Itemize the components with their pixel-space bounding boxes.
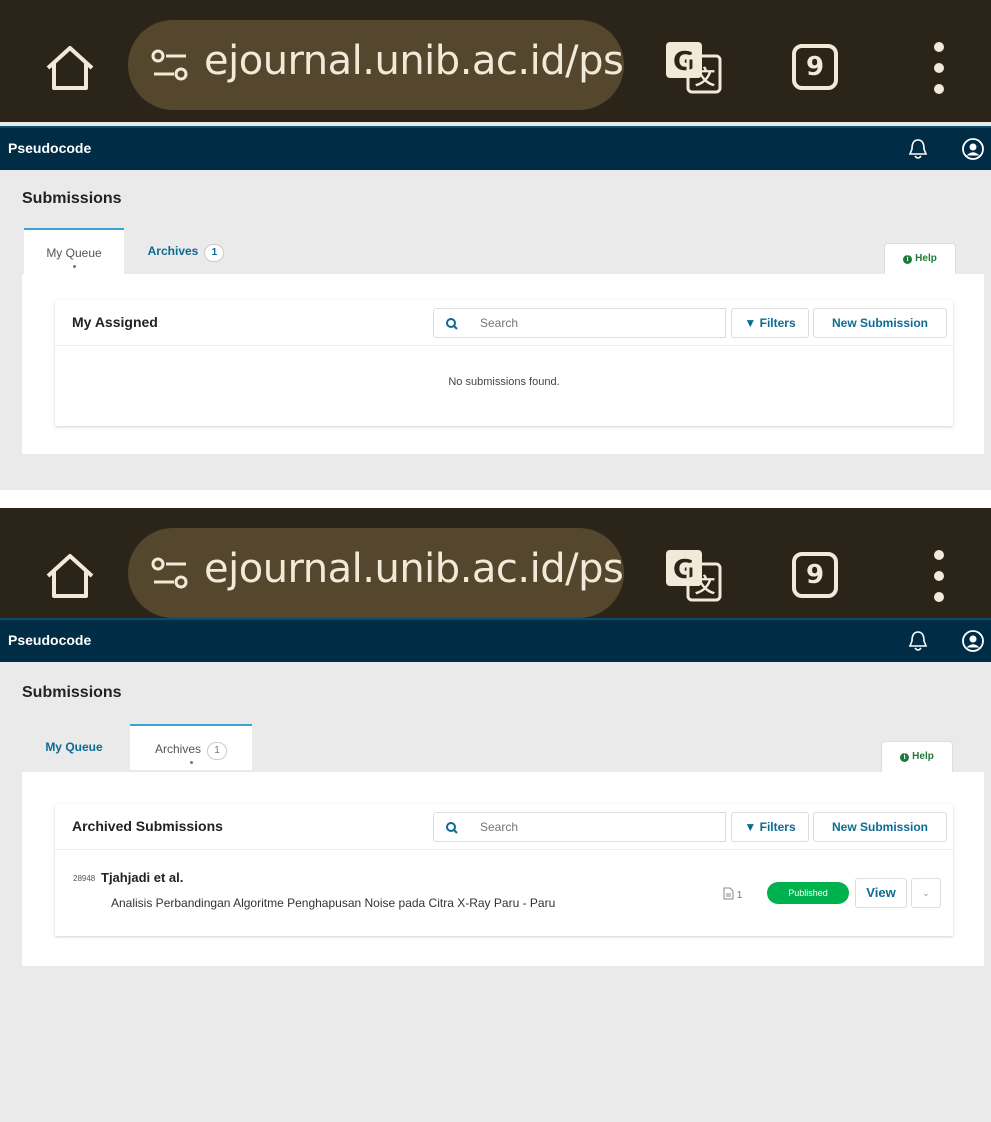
journal-name[interactable]: Pseudocode [8, 140, 91, 156]
list-title: Archived Submissions [72, 818, 223, 834]
list-header: Archived Submissions ▼ Filters New Submi… [55, 804, 953, 850]
user-icon[interactable] [962, 630, 984, 652]
svg-text:G: G [673, 47, 694, 77]
submission-title[interactable]: Analisis Perbandingan Algoritme Penghapu… [111, 896, 555, 910]
translate-icon[interactable]: G 文 [664, 548, 724, 604]
svg-text:G: G [673, 555, 694, 585]
filter-icon: ▼ [744, 316, 757, 330]
submissions-list-panel: Archived Submissions ▼ Filters New Submi… [55, 804, 953, 936]
search-input[interactable] [468, 308, 726, 338]
help-icon: i [903, 255, 913, 264]
screenshot-my-queue: ejournal.unib.ac.id/psı G 文 9 Pseudocode… [0, 0, 991, 490]
expand-button[interactable]: ⌄ [911, 878, 941, 908]
browser-toolbar: ejournal.unib.ac.id/psı G 文 9 [0, 0, 991, 122]
user-icon[interactable] [962, 138, 984, 160]
address-bar[interactable]: ejournal.unib.ac.id/psı [128, 20, 624, 110]
search-button[interactable] [433, 812, 469, 842]
tab-switcher-button[interactable]: 9 [792, 44, 838, 90]
new-submission-button[interactable]: New Submission [813, 812, 947, 842]
list-title: My Assigned [72, 314, 158, 330]
page-title: Submissions [22, 190, 122, 207]
app-header: Pseudocode [0, 618, 991, 662]
screenshot-archives: ejournal.unib.ac.id/psı G 文 9 Pseudocode… [0, 508, 991, 1122]
submission-authors[interactable]: Tjahjadi et al. [101, 870, 183, 885]
menu-icon[interactable] [924, 40, 954, 96]
archives-count-badge: 1 [207, 742, 227, 760]
menu-icon[interactable] [924, 548, 954, 604]
tab-my-queue[interactable]: My Queue [24, 724, 124, 770]
empty-state-message: No submissions found. [448, 376, 560, 388]
chevron-down-icon: ⌄ [922, 888, 930, 898]
address-bar[interactable]: ejournal.unib.ac.id/psı [128, 528, 624, 618]
list-header: My Assigned ▼ Filters New Submission [55, 300, 953, 346]
submission-id: 28948 [73, 874, 96, 883]
app-header: Pseudocode [0, 126, 991, 170]
home-icon[interactable] [44, 552, 96, 600]
tab-switcher-button[interactable]: 9 [792, 552, 838, 598]
bell-icon[interactable] [908, 630, 928, 652]
help-button[interactable]: i Help [882, 742, 952, 772]
svg-text:文: 文 [695, 573, 716, 597]
status-badge: Published [767, 882, 849, 904]
bell-icon[interactable] [908, 138, 928, 160]
journal-name[interactable]: Pseudocode [8, 632, 91, 648]
search-icon [446, 822, 458, 834]
new-submission-button[interactable]: New Submission [813, 308, 947, 338]
search-icon [446, 318, 458, 330]
tab-archives[interactable]: Archives 1 [128, 228, 244, 274]
search-button[interactable] [433, 308, 469, 338]
page-title: Submissions [22, 684, 122, 701]
view-button[interactable]: View [855, 878, 907, 908]
filter-icon: ▼ [744, 820, 757, 834]
svg-text:文: 文 [695, 65, 716, 89]
file-icon [723, 887, 734, 900]
filters-button[interactable]: ▼ Filters [731, 308, 809, 338]
list-item[interactable]: 28948 Tjahjadi et al. Analisis Perbandin… [55, 850, 953, 936]
translate-icon[interactable]: G 文 [664, 40, 724, 96]
tab-my-queue[interactable]: My Queue [24, 228, 124, 274]
submissions-list-panel: My Assigned ▼ Filters New Submission No … [55, 300, 953, 426]
url-text: ejournal.unib.ac.id/psı [204, 38, 624, 84]
browser-toolbar: ejournal.unib.ac.id/psı G 文 9 [0, 508, 991, 630]
help-icon: i [900, 753, 910, 762]
help-button[interactable]: i Help [885, 244, 955, 274]
files-count: 1 [723, 887, 742, 901]
tab-archives[interactable]: Archives 1 [130, 724, 252, 770]
archives-count-badge: 1 [204, 244, 225, 262]
search-input[interactable] [468, 812, 726, 842]
home-icon[interactable] [44, 44, 96, 92]
site-settings-icon[interactable] [150, 48, 190, 82]
site-settings-icon[interactable] [150, 556, 190, 590]
url-text: ejournal.unib.ac.id/psı [204, 546, 624, 592]
filters-button[interactable]: ▼ Filters [731, 812, 809, 842]
